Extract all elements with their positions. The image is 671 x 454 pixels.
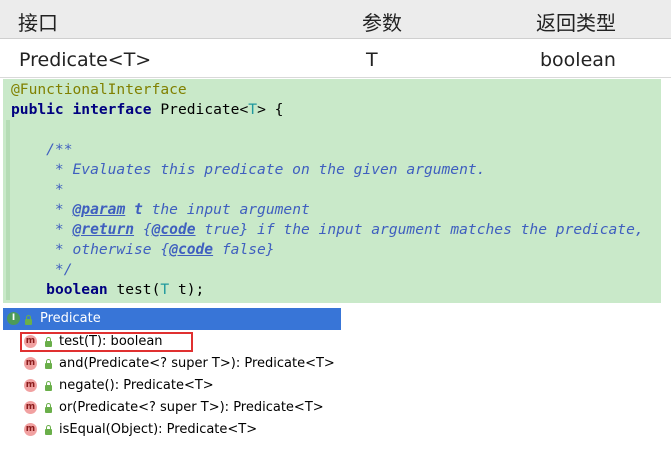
public-lock-icon	[45, 359, 52, 369]
code-gutter-marker	[6, 160, 10, 180]
code-token: > {	[257, 101, 284, 118]
code-token: /**	[11, 141, 73, 158]
code-gutter-marker	[6, 220, 10, 240]
header-interface: 接口	[18, 11, 58, 35]
code-token: @return	[72, 221, 135, 238]
code-gutter-marker	[6, 260, 10, 280]
code-token: T	[160, 281, 170, 298]
code-token: *	[11, 181, 64, 198]
public-lock-icon	[45, 403, 52, 413]
code-line: */	[11, 260, 73, 280]
structure-root-label: Predicate	[40, 311, 101, 326]
code-token: {	[134, 221, 152, 238]
code-line: * Evaluates this predicate on the given …	[11, 160, 486, 180]
code-token: false}	[213, 241, 275, 258]
code-token: * Evaluates this predicate on the given …	[11, 161, 486, 178]
cell-params: T	[366, 49, 378, 71]
code-token: true} if the input argument matches the …	[195, 221, 644, 238]
code-token: */	[11, 261, 73, 278]
code-gutter-marker	[6, 240, 10, 260]
code-gutter-marker	[6, 180, 10, 200]
code-token: t	[134, 201, 143, 218]
highlight-annotation-box	[20, 332, 193, 352]
code-token: @FunctionalInterface	[11, 81, 187, 98]
public-lock-icon	[25, 315, 32, 325]
cell-interface: Predicate<T>	[19, 49, 152, 71]
method-icon: m	[24, 423, 37, 436]
code-token: @code	[169, 241, 214, 258]
method-item[interactable]: m and(Predicate<? super T>): Predicate<T>	[24, 354, 344, 375]
table-header-row: 接口 参数 返回类型	[0, 0, 671, 39]
code-line: *	[11, 180, 64, 200]
method-item[interactable]: m isEqual(Object): Predicate<T>	[24, 420, 344, 441]
code-gutter-marker	[6, 140, 10, 160]
code-token: t);	[169, 281, 205, 298]
method-icon: m	[24, 357, 37, 370]
code-gutter-marker	[6, 200, 10, 220]
code-token: interface	[72, 101, 161, 118]
code-line: public interface Predicate<T> {	[11, 100, 283, 120]
code-token: T	[248, 101, 258, 118]
code-token: *	[11, 201, 73, 218]
method-label: and(Predicate<? super T>): Predicate<T>	[59, 356, 335, 371]
header-params: 参数	[362, 11, 402, 35]
code-line: /**	[11, 140, 73, 160]
code-gutter-marker	[6, 120, 10, 140]
method-item[interactable]: m or(Predicate<? super T>): Predicate<T>	[24, 398, 344, 419]
code-block[interactable]: @FunctionalInterface public interface Pre…	[3, 79, 661, 303]
method-icon: m	[24, 401, 37, 414]
method-label: negate(): Predicate<T>	[59, 378, 214, 393]
cell-return-type: boolean	[540, 49, 616, 71]
code-token: * otherwise {	[11, 241, 170, 258]
code-line: * otherwise {@code false}	[11, 240, 275, 260]
code-token: boolean	[46, 281, 117, 298]
code-line: boolean test(T t);	[11, 280, 204, 300]
code-token: *	[11, 221, 73, 238]
method-label: isEqual(Object): Predicate<T>	[59, 422, 258, 437]
code-token: @param	[72, 201, 126, 218]
code-token: test(	[116, 281, 161, 298]
code-line: @FunctionalInterface	[11, 80, 187, 100]
code-line: * @return {@code true} if the input argu…	[11, 220, 644, 240]
code-gutter-marker	[6, 280, 10, 300]
method-label: or(Predicate<? super T>): Predicate<T>	[59, 400, 324, 415]
code-token: Predicate<	[160, 101, 249, 118]
public-lock-icon	[45, 425, 52, 435]
method-icon: m	[24, 379, 37, 392]
structure-root-item[interactable]: I Predicate	[3, 308, 341, 330]
code-line: * @param t the input argument	[11, 200, 310, 220]
method-item[interactable]: m negate(): Predicate<T>	[24, 376, 344, 397]
code-token: @code	[151, 221, 196, 238]
interface-icon: I	[7, 312, 20, 325]
code-token: the input argument	[142, 201, 310, 218]
header-return-type: 返回类型	[536, 11, 616, 35]
code-token: public	[11, 101, 73, 118]
public-lock-icon	[45, 381, 52, 391]
